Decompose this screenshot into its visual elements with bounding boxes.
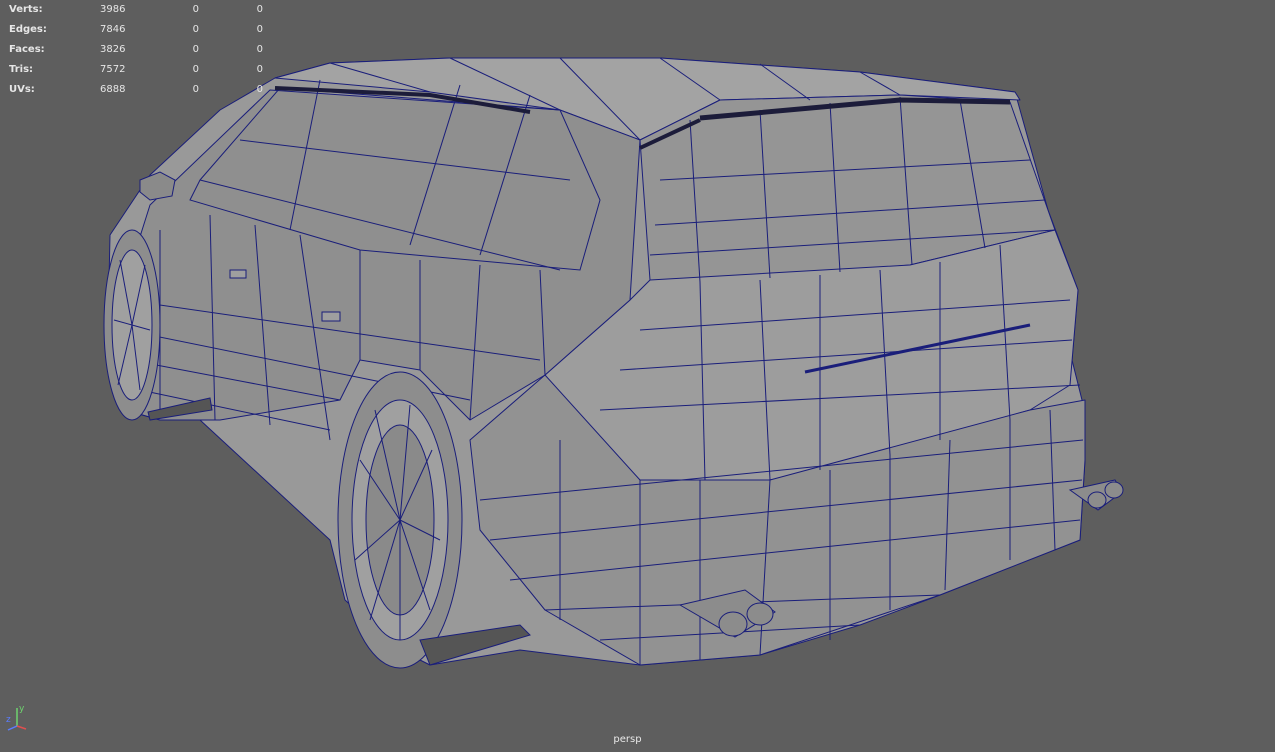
hud-value: 0	[192, 24, 199, 35]
axis-z-label: z	[6, 715, 11, 725]
door-handle	[321, 311, 341, 322]
hud-row-edges: Edges: 7846 0 0	[9, 20, 269, 40]
hud-row-faces: Faces: 3826 0 0	[9, 40, 269, 60]
hud-value: 0	[256, 4, 263, 15]
hud-value: 3986	[100, 4, 126, 15]
hud-row-tris: Tris: 7572 0 0	[9, 60, 269, 80]
hud-label: Tris:	[9, 64, 34, 75]
hud-label: Verts:	[9, 4, 43, 15]
hud-value: 3826	[100, 44, 126, 55]
axis-gizmo-icon: y z	[6, 704, 27, 731]
hud-value: 0	[256, 84, 263, 95]
hud-row-uvs: UVs: 6888 0 0	[9, 80, 269, 100]
hud-row-verts: Verts: 3986 0 0	[9, 0, 269, 20]
hud-value: 7846	[100, 24, 126, 35]
axis-y-label: y	[19, 704, 25, 714]
hud-value: 0	[192, 84, 199, 95]
hud-value: 0	[256, 44, 263, 55]
camera-name-label: persp	[613, 734, 642, 745]
poly-count-hud: Verts: 3986 0 0 Edges: 7846 0 0 Faces: 3…	[9, 0, 269, 100]
car-wireframe-model[interactable]	[0, 0, 1275, 752]
hud-value: 7572	[100, 64, 126, 75]
hud-value: 0	[192, 64, 199, 75]
hud-value: 6888	[100, 84, 126, 95]
hud-value: 0	[192, 4, 199, 15]
hud-label: Faces:	[9, 44, 45, 55]
hud-label: Edges:	[9, 24, 47, 35]
hud-value: 0	[256, 64, 263, 75]
hud-value: 0	[256, 24, 263, 35]
hud-value: 0	[192, 44, 199, 55]
hud-label: UVs:	[9, 84, 35, 95]
door-handle	[229, 269, 247, 279]
3d-viewport[interactable]: Verts: 3986 0 0 Edges: 7846 0 0 Faces: 3…	[0, 0, 1275, 752]
